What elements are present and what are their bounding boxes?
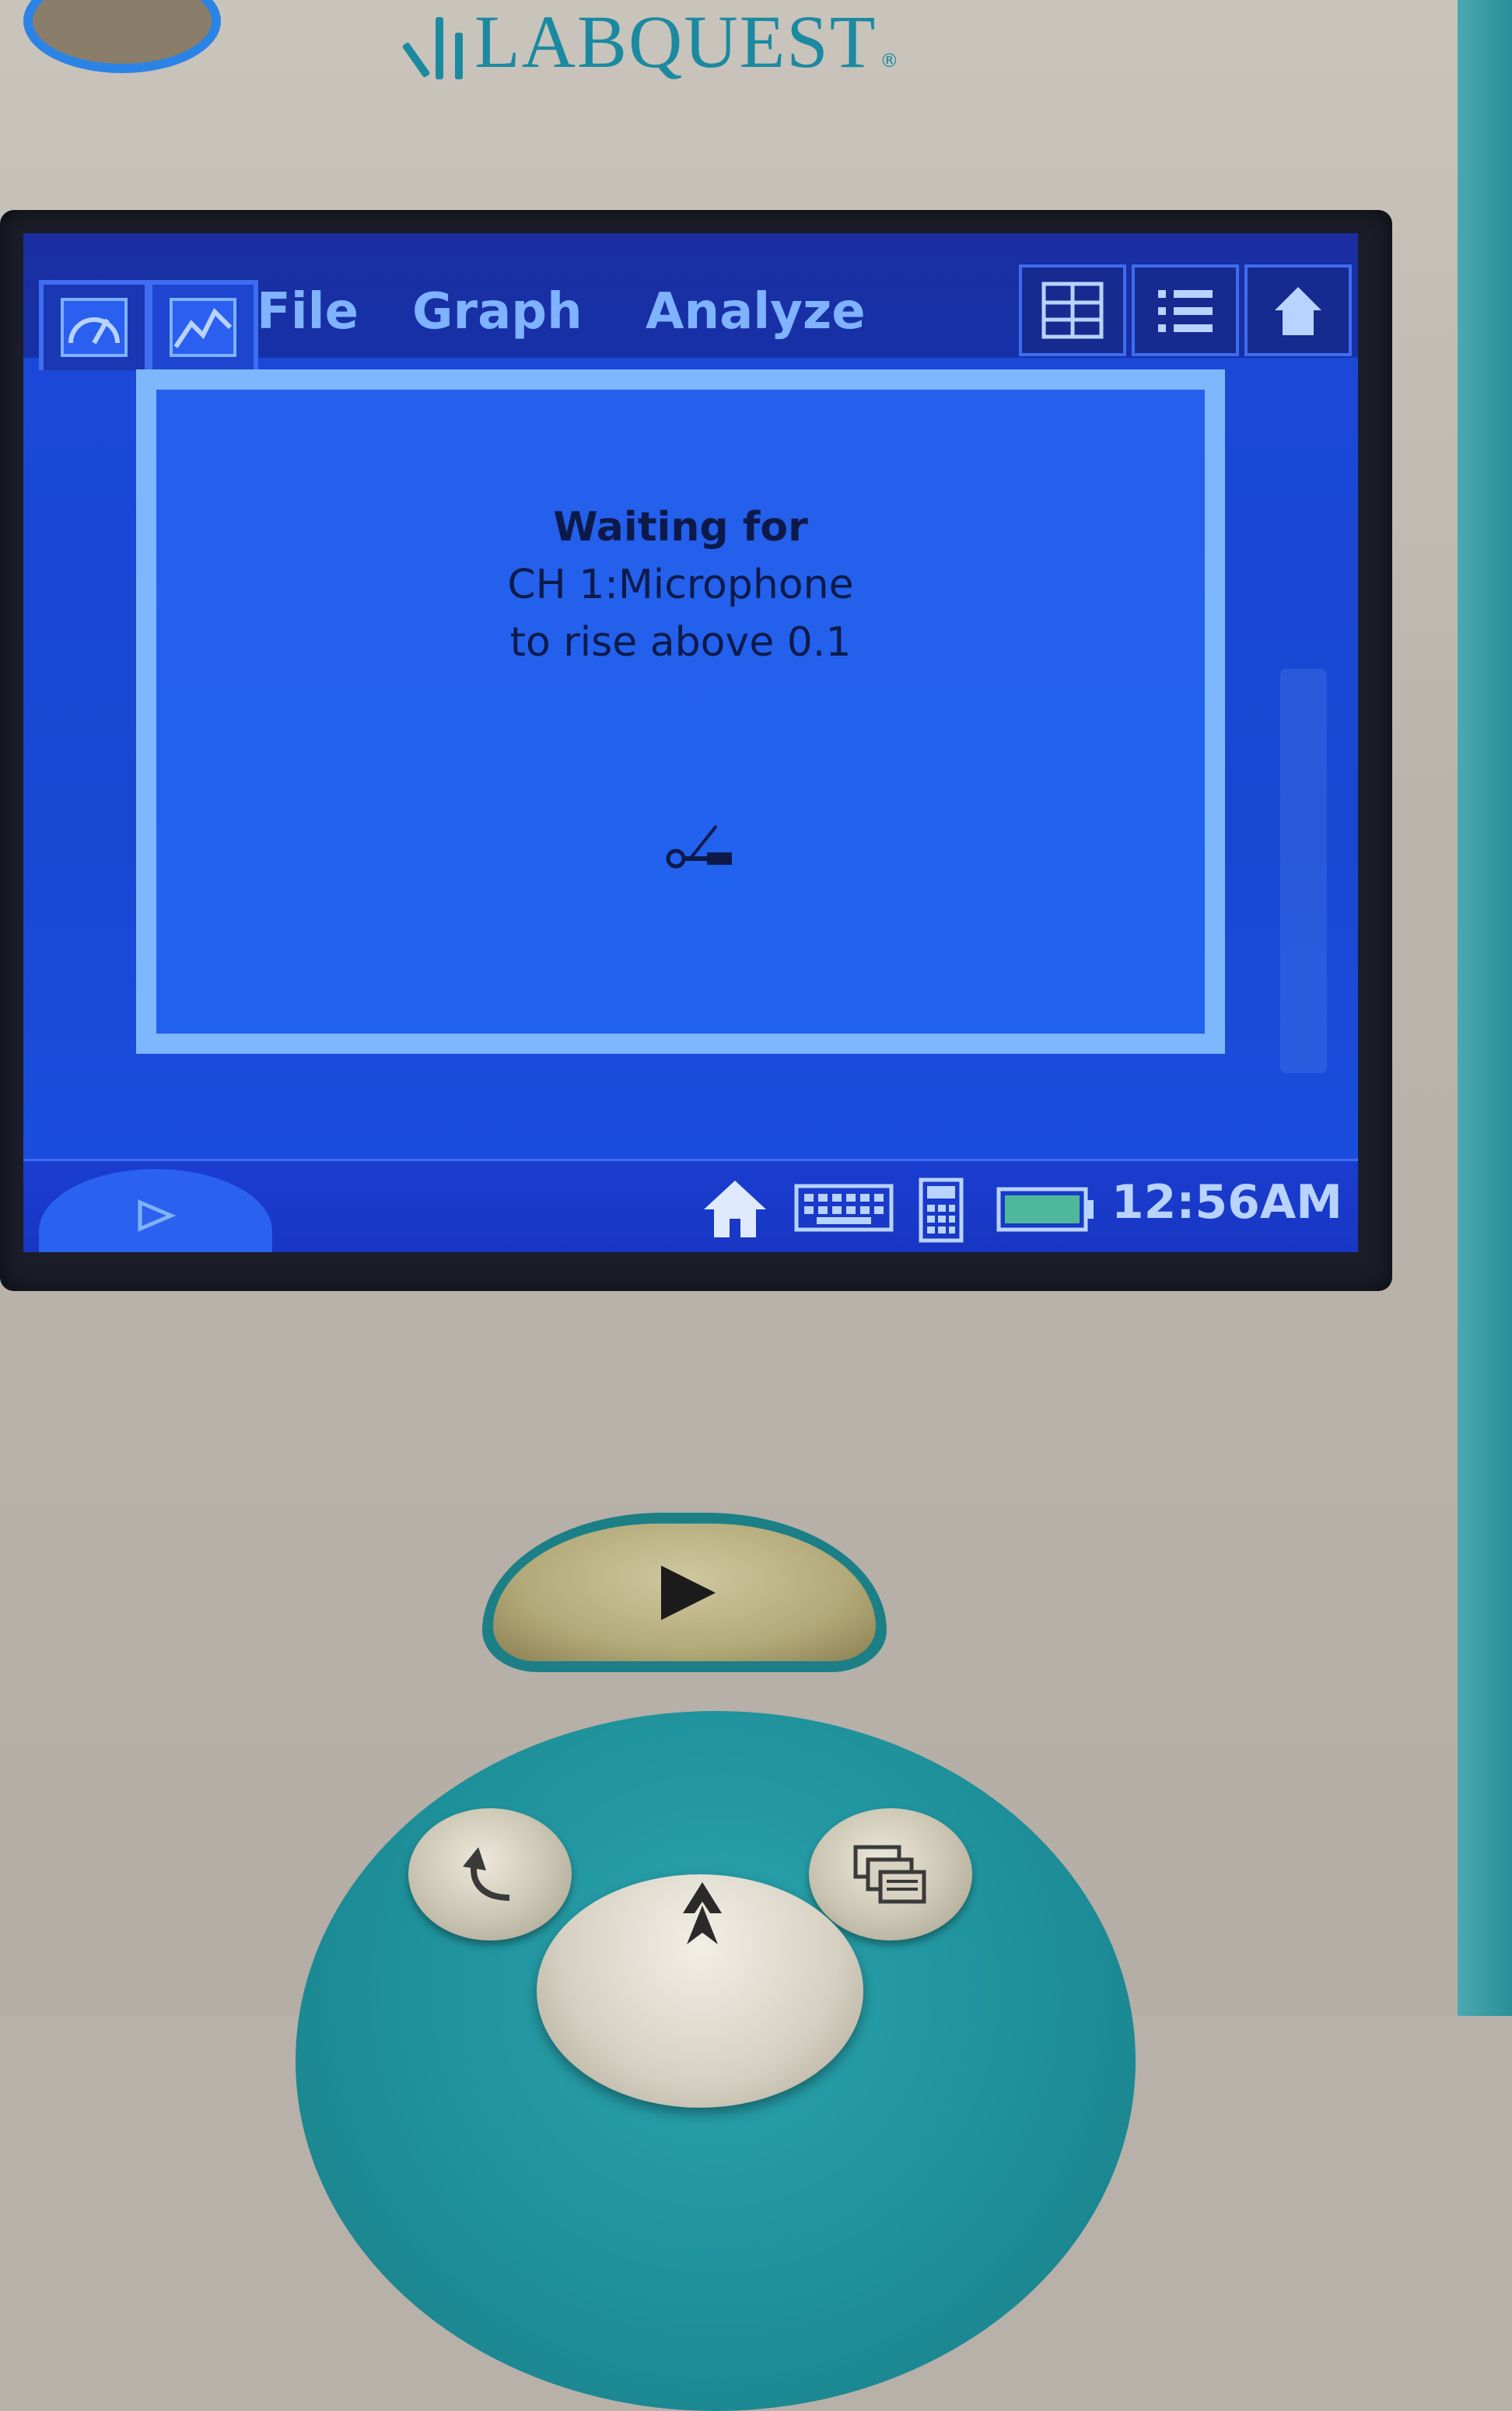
windows-icon [853, 1845, 926, 1904]
menu-analyze[interactable]: Analyze [646, 280, 866, 345]
logo-mark-icon [401, 9, 474, 79]
screen: File Graph Analyze Waiting for CH 1:Micr… [23, 233, 1358, 1252]
table-view-icon [1041, 282, 1104, 339]
dialog-line-channel: CH 1:Microphone [507, 562, 854, 608]
dpad-up-icon[interactable] [675, 1882, 730, 1955]
home-icon [704, 1181, 766, 1237]
menu-bar: File Graph Analyze [23, 233, 1358, 370]
tab-meter[interactable] [39, 280, 149, 370]
tab-graph[interactable] [148, 280, 258, 370]
status-clock: 12:56AM [1111, 1175, 1342, 1230]
back-arrow-icon [463, 1847, 510, 1901]
battery-indicator [996, 1185, 1097, 1234]
status-bar: 12:56AM [23, 1159, 1358, 1252]
hardware-collect-button[interactable] [482, 1513, 887, 1672]
device-teal-edge [1458, 0, 1512, 2016]
escape-button[interactable] [408, 1808, 572, 1940]
power-indicator-light [23, 0, 221, 73]
list-view-button[interactable] [1132, 264, 1239, 356]
meter-icon [61, 298, 128, 357]
window-switch-button[interactable] [809, 1808, 972, 1940]
dialog-line-waiting: Waiting for [553, 504, 808, 551]
menu-graph[interactable]: Graph [412, 280, 583, 345]
keyboard-button[interactable] [793, 1177, 894, 1239]
home-shortcut-icon [1275, 287, 1321, 335]
play-icon [138, 1199, 177, 1232]
brand-name: LABQUEST [474, 0, 877, 83]
home-shortcut-button[interactable] [1244, 264, 1352, 356]
list-view-icon [1158, 290, 1213, 332]
side-scroll-strip [1280, 669, 1327, 1073]
calculator-button[interactable] [918, 1177, 964, 1244]
calculator-icon [919, 1178, 964, 1243]
brand-logo: LABQUEST ® [401, 0, 1027, 83]
keyboard-icon [794, 1184, 894, 1232]
menu-file[interactable]: File [257, 280, 359, 345]
trigger-wait-dialog: Waiting for CH 1:Microphone to rise abov… [136, 369, 1225, 1054]
dialog-message: Waiting for CH 1:Microphone to rise abov… [156, 499, 1205, 671]
graph-icon [170, 298, 236, 357]
dialog-line-threshold: to rise above 0.1 [509, 619, 852, 666]
registered-mark: ® [880, 50, 899, 72]
collect-button[interactable] [39, 1169, 272, 1252]
table-view-button[interactable] [1019, 264, 1126, 356]
battery-icon [996, 1187, 1094, 1232]
play-icon [661, 1565, 716, 1620]
labquest-device: LABQUEST ® File Graph Analyze Waiting fo… [0, 0, 1512, 2411]
trigger-icon [662, 821, 740, 879]
home-button[interactable] [700, 1177, 770, 1239]
